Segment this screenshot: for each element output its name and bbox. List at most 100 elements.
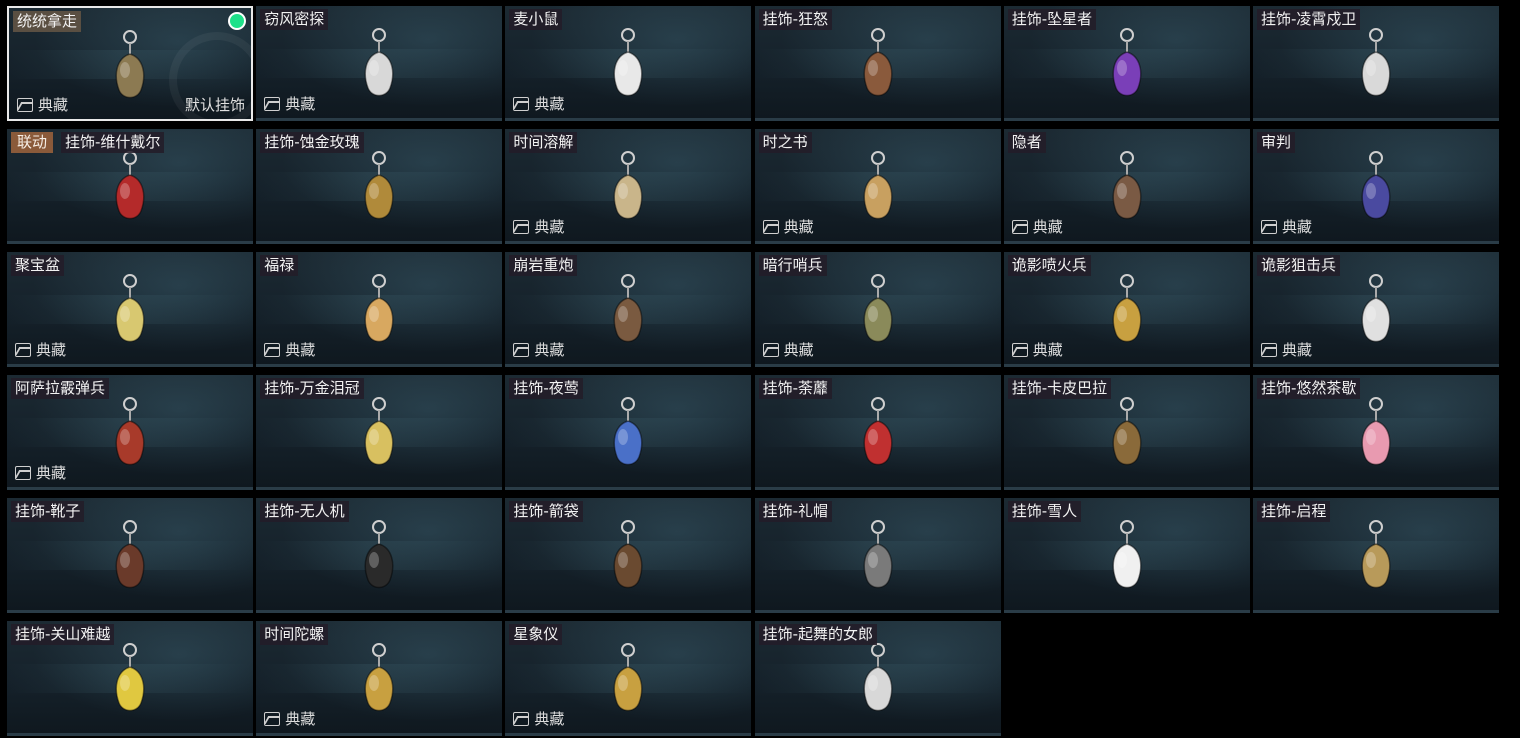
collection-label: 典藏 [1281, 218, 1312, 236]
charm-card[interactable]: 联动 挂饰-维什戴尔 [7, 129, 253, 244]
collection-tag: 典藏 [513, 710, 564, 728]
collection-icon [1011, 220, 1028, 234]
collection-label: 典藏 [285, 95, 316, 113]
charm-card[interactable]: 窃风密探 典藏 [256, 6, 503, 121]
charm-name: 诡影喷火兵 [1007, 255, 1091, 276]
medal-charm-icon [1349, 518, 1403, 606]
charm-card[interactable]: 崩岩重炮典藏 [505, 252, 752, 367]
book-charm-icon [851, 149, 905, 237]
collection-tag: 典藏 [513, 341, 564, 359]
charm-name: 挂饰-雪人 [1007, 501, 1082, 522]
melting-clock-charm-icon [601, 149, 655, 237]
charm-name: 聚宝盆 [11, 255, 65, 276]
charm-name: 挂饰-礼帽 [758, 501, 832, 522]
charm-card[interactable]: 挂饰-雪人 [1003, 498, 1250, 613]
flower-charm-icon [851, 395, 905, 483]
charm-name: 审判 [1256, 132, 1295, 153]
collection-icon [513, 343, 530, 357]
charm-name: 时之书 [758, 132, 812, 153]
purple-crystal-charm-icon [1100, 26, 1154, 114]
snowman-charm-icon [1100, 518, 1154, 606]
collection-tag: 典藏 [15, 464, 66, 482]
card-charm-icon [103, 149, 157, 237]
charm-card[interactable]: 挂饰-卡皮巴拉 [1003, 375, 1250, 490]
collection-tag: 典藏 [264, 710, 315, 728]
charm-card[interactable]: 挂饰-靴子 [7, 498, 253, 613]
collection-tag: 典藏 [762, 341, 814, 359]
charm-card[interactable]: 聚宝盆 典藏 [7, 252, 253, 367]
charm-name: 麦小鼠 [509, 9, 563, 30]
collection-label: 典藏 [534, 218, 565, 236]
charm-card[interactable]: 星象仪 典藏 [505, 621, 752, 736]
charm-card[interactable]: 挂饰-荼蘼 [754, 375, 1001, 490]
gold-rose-charm-icon [352, 149, 406, 237]
astrolabe-charm-icon [601, 641, 655, 729]
rocket-charm-icon [1349, 26, 1403, 114]
charm-card[interactable]: 统统拿走 典藏 默认挂饰 [7, 6, 253, 121]
charm-card[interactable]: 挂饰-悠然茶歇 [1252, 375, 1499, 490]
charm-card[interactable]: 隐者典藏 [1003, 129, 1250, 244]
charm-name: 崩岩重炮 [509, 255, 578, 276]
collection-tag: 典藏 [264, 341, 315, 359]
collab-badge: 联动 [11, 132, 54, 153]
collection-tag: 典藏 [15, 341, 66, 359]
charm-card[interactable]: 福禄 典藏 [256, 252, 503, 367]
charm-card[interactable]: 诡影狙击兵 典藏 [1252, 252, 1499, 367]
collection-tag: 典藏 [1011, 218, 1063, 236]
collection-tag: 典藏 [762, 218, 814, 236]
charm-card[interactable]: 挂饰-坠星者 [1003, 6, 1250, 121]
charm-name: 挂饰-狂怒 [758, 9, 832, 30]
charm-name: 挂饰-起舞的女郎 [758, 624, 877, 645]
charm-card[interactable]: 时间陀螺 典藏 [256, 621, 503, 736]
charm-name: 挂饰-夜莺 [509, 378, 583, 399]
collection-label: 典藏 [783, 341, 814, 359]
collection-icon [264, 712, 281, 726]
collection-icon [17, 98, 33, 112]
collection-tag: 典藏 [1011, 341, 1063, 359]
charm-name: 挂饰-蚀金玫瑰 [260, 132, 364, 153]
gold-crown-charm-icon [352, 395, 406, 483]
collection-label: 典藏 [285, 710, 316, 728]
hammer-charm-icon [851, 26, 905, 114]
charm-card[interactable]: 时之书 典藏 [754, 129, 1001, 244]
charm-name: 挂饰-坠星者 [1007, 9, 1097, 30]
collection-icon [513, 712, 530, 726]
charm-card[interactable]: 挂饰-关山难越 [7, 621, 253, 736]
collection-tag: 典藏 [264, 95, 315, 113]
charm-card[interactable]: 挂饰-狂怒 [754, 6, 1001, 121]
charm-card[interactable]: 挂饰-礼帽 [754, 498, 1001, 613]
charm-card[interactable]: 挂饰-夜莺 [505, 375, 752, 490]
charm-name: 挂饰-维什戴尔 [61, 132, 165, 153]
default-charm-label: 默认挂饰 [184, 96, 245, 114]
charm-name: 星象仪 [509, 624, 563, 645]
charm-card[interactable]: 挂饰-起舞的女郎 [754, 621, 1001, 736]
charm-name: 挂饰-靴子 [11, 501, 85, 522]
cupcake-charm-icon [1349, 395, 1403, 483]
collection-label: 典藏 [534, 95, 565, 113]
charm-grid: 统统拿走 典藏 默认挂饰 窃风密探 典藏 麦小鼠 典藏 挂饰-狂怒 挂饰-坠星者 挂饰-凌霄戍卫联… [7, 6, 1499, 736]
collection-icon [513, 220, 530, 234]
charm-card[interactable]: 挂饰-无人机 [256, 498, 503, 613]
collection-label: 典藏 [1032, 341, 1063, 359]
capybara-charm-icon [1100, 395, 1154, 483]
collection-label: 典藏 [1032, 218, 1063, 236]
charm-card[interactable]: 挂饰-万金泪冠 [256, 375, 503, 490]
charm-name: 诡影狙击兵 [1256, 255, 1340, 276]
charm-name: 挂饰-无人机 [260, 501, 349, 522]
charm-card[interactable]: 麦小鼠典藏 [505, 6, 752, 121]
collection-icon [15, 343, 31, 357]
charm-card[interactable]: 时间溶解 典藏 [505, 129, 752, 244]
heavy-cannon-charm-icon [601, 272, 655, 360]
charm-card[interactable]: 阿萨拉霰弹兵 典藏 [7, 375, 253, 490]
charm-name: 挂饰-万金泪冠 [260, 378, 364, 399]
charm-card[interactable]: 挂饰-箭袋 [505, 498, 752, 613]
charm-card[interactable]: 暗行哨兵 典藏 [754, 252, 1001, 367]
charm-card[interactable]: 挂饰-凌霄戍卫 [1252, 6, 1499, 121]
charm-card[interactable]: 诡影喷火兵 典藏 [1003, 252, 1250, 367]
hat-charm-icon [851, 518, 905, 606]
charm-card[interactable]: 挂饰-启程 [1252, 498, 1499, 613]
charm-name: 隐者 [1007, 132, 1046, 153]
charm-card[interactable]: 审判典藏 [1252, 129, 1499, 244]
collection-icon [1011, 343, 1028, 357]
charm-card[interactable]: 挂饰-蚀金玫瑰 [256, 129, 503, 244]
